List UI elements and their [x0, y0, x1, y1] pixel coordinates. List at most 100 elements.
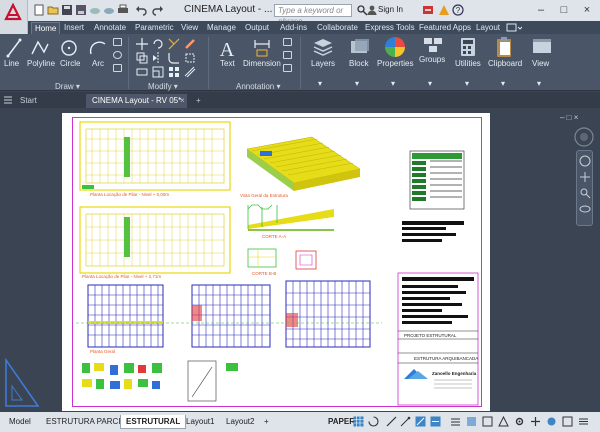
annotation-panel-title[interactable]: Annotation ▾ — [236, 82, 281, 91]
utilities-icon[interactable] — [460, 37, 476, 57]
section-b-b[interactable] — [247, 248, 317, 270]
markup-icon[interactable] — [283, 64, 292, 72]
tab-layout[interactable]: Layout — [473, 22, 503, 34]
arc-tool-label[interactable]: Arc — [92, 59, 104, 68]
circle-tool-icon[interactable] — [60, 38, 78, 58]
draw-panel-title[interactable]: Draw ▾ — [55, 82, 80, 91]
autodesk-app-icon[interactable] — [438, 4, 450, 16]
clipboard-icon[interactable] — [496, 36, 514, 58]
view-icon[interactable] — [532, 37, 552, 55]
polar-icon[interactable] — [400, 416, 411, 427]
properties-dropdown-icon[interactable]: ▾ — [391, 79, 395, 88]
new-layout-icon[interactable]: + — [259, 415, 274, 429]
groups-button[interactable]: Groups — [419, 55, 445, 64]
structural-grid-1[interactable] — [87, 284, 164, 348]
block-icon[interactable] — [349, 37, 371, 57]
new-tab-icon[interactable]: + — [193, 94, 204, 108]
customize-menu-icon[interactable] — [578, 416, 589, 427]
stretch-icon[interactable] — [136, 66, 148, 78]
plan-locacao-1[interactable] — [79, 121, 231, 191]
tab-view[interactable]: View — [178, 22, 201, 34]
layout-tab-layout1[interactable]: Layout1 — [181, 415, 219, 429]
modify-panel-title[interactable]: Modify ▾ — [148, 82, 178, 91]
tab-manage[interactable]: Manage — [204, 22, 239, 34]
snap-icon[interactable] — [368, 416, 379, 427]
table-icon[interactable] — [113, 64, 122, 72]
text-tool-label[interactable]: Text — [220, 59, 235, 68]
close-button[interactable]: × — [576, 2, 598, 18]
cloud-save-icon[interactable] — [103, 4, 115, 16]
user-icon[interactable] — [366, 4, 378, 16]
text-tool-icon[interactable]: A — [218, 37, 236, 59]
structural-grid-2[interactable] — [191, 284, 271, 348]
ribbon-toggle-icon[interactable] — [506, 23, 522, 32]
open-file-icon[interactable] — [47, 4, 59, 16]
tab-annotate[interactable]: Annotate — [91, 22, 129, 34]
layout-tab-layout2[interactable]: Layout2 — [221, 415, 259, 429]
grid-icon[interactable] — [353, 416, 364, 427]
tab-home[interactable]: Home — [31, 22, 61, 34]
erase-icon[interactable] — [184, 38, 196, 50]
transparency-icon[interactable] — [466, 416, 477, 427]
block-dropdown-icon[interactable]: ▾ — [355, 79, 359, 88]
scale-icon[interactable] — [152, 66, 164, 78]
selection-cycling-icon[interactable] — [482, 416, 493, 427]
maximize-button[interactable]: □ — [553, 2, 575, 18]
dimension-tool-icon[interactable] — [252, 38, 272, 58]
close-tab-icon[interactable]: × — [178, 94, 187, 108]
hatch-icon[interactable] — [113, 51, 122, 59]
line-tool-label[interactable]: Line — [4, 59, 19, 68]
isolate-objects-icon[interactable] — [546, 416, 557, 427]
new-file-icon[interactable] — [33, 4, 45, 16]
application-menu-button[interactable] — [0, 0, 28, 34]
plus-icon[interactable] — [530, 416, 541, 427]
view-button[interactable]: View — [532, 59, 549, 68]
osnap-icon[interactable] — [415, 416, 426, 427]
tab-output[interactable]: Output — [242, 22, 272, 34]
orbit-icon[interactable] — [579, 203, 591, 215]
arc-tool-icon[interactable] — [89, 38, 107, 58]
sign-in-button[interactable]: Sign In — [378, 5, 403, 14]
tab-add-ins[interactable]: Add-ins — [277, 22, 310, 34]
layers-button[interactable]: Layers — [311, 59, 335, 68]
leader-icon[interactable] — [283, 38, 292, 46]
tab-insert[interactable]: Insert — [61, 22, 87, 34]
pan-icon[interactable] — [579, 171, 591, 183]
move-icon[interactable] — [136, 38, 148, 50]
navigation-bar[interactable] — [576, 150, 593, 226]
properties-button[interactable]: Properties — [377, 59, 413, 68]
layout-tab-model[interactable]: Model — [4, 415, 36, 429]
line-tool-icon[interactable] — [6, 38, 22, 58]
plan-locacao-2[interactable] — [79, 206, 231, 274]
isometric-structure-view[interactable] — [246, 136, 361, 191]
clipboard-dropdown-icon[interactable]: ▾ — [501, 79, 505, 88]
workspace-gear-icon[interactable] — [514, 416, 525, 427]
title-block[interactable] — [397, 272, 479, 406]
layout-tab-estrutural[interactable]: ESTRUTURAL — [120, 415, 187, 429]
tab-parametric[interactable]: Parametric — [132, 22, 177, 34]
zoom-icon[interactable] — [579, 187, 591, 199]
rotate-icon[interactable] — [152, 38, 164, 50]
dimension-tool-label[interactable]: Dimension — [243, 59, 281, 68]
minimize-button[interactable]: – — [530, 2, 552, 18]
fullscreen-icon[interactable] — [562, 416, 573, 427]
block-button[interactable]: Block — [349, 59, 369, 68]
save-as-icon[interactable] — [75, 4, 87, 16]
tab-collaborate[interactable]: Collaborate — [314, 22, 361, 34]
view-dropdown-icon[interactable]: ▾ — [537, 79, 541, 88]
clipboard-button[interactable]: Clipboard — [488, 59, 522, 68]
circle-tool-label[interactable]: Circle — [60, 59, 80, 68]
connection-details[interactable] — [82, 360, 238, 402]
layers-icon[interactable] — [312, 37, 334, 57]
offset-icon[interactable] — [184, 66, 196, 78]
polyline-tool-icon[interactable] — [30, 38, 50, 58]
utilities-dropdown-icon[interactable]: ▾ — [465, 79, 469, 88]
mirror-icon[interactable] — [152, 52, 164, 64]
exchange-icon[interactable] — [422, 4, 434, 16]
viewport-controls[interactable]: – □ × — [560, 113, 578, 122]
file-tab-cinema-layout[interactable]: CINEMA Layout - RV 05* — [86, 94, 188, 108]
help-icon[interactable]: ? — [452, 4, 464, 16]
polyline-tool-label[interactable]: Polyline — [27, 59, 55, 68]
file-tab-start[interactable]: Start — [14, 94, 43, 108]
annotation-scale-icon[interactable] — [498, 416, 509, 427]
